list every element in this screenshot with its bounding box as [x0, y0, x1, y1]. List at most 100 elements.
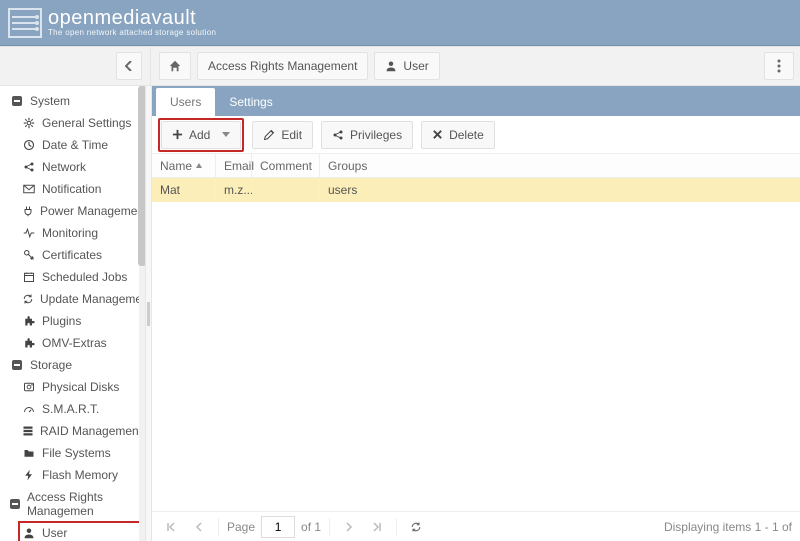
cell-groups: users: [320, 178, 800, 202]
nav-more-button[interactable]: [764, 52, 794, 80]
sidebar-item-monitoring[interactable]: Monitoring: [6, 222, 145, 244]
sidebar-category-arm[interactable]: Access Rights Managemen: [6, 486, 145, 522]
minus-icon: [10, 358, 24, 372]
puzzle-icon: [22, 336, 36, 350]
bolt-icon: [22, 468, 36, 482]
sidebar-item-physical-disks[interactable]: Physical Disks: [6, 376, 145, 398]
pager-prev-button[interactable]: [188, 516, 210, 538]
close-icon: [432, 129, 443, 140]
sort-asc-icon: [196, 163, 202, 168]
sidebar-category-label: Access Rights Managemen: [27, 490, 141, 518]
column-label: Groups: [328, 159, 367, 173]
sidebar-collapse-button[interactable]: [116, 52, 142, 80]
breadcrumb-home[interactable]: [159, 52, 191, 80]
sidebar-item-raid-management[interactable]: RAID Management: [6, 420, 145, 442]
main-panel: Users Settings Add Edit Privileges: [152, 86, 800, 541]
sidebar-item-general-settings[interactable]: General Settings: [6, 112, 145, 134]
sidebar-item-network[interactable]: Network: [6, 156, 145, 178]
minus-icon: [10, 497, 21, 511]
pager-display-text: Displaying items 1 - 1 of: [664, 520, 792, 534]
button-label: Privileges: [350, 128, 402, 142]
toolbar: Add Edit Privileges Delete: [152, 116, 800, 154]
sidebar-item-scheduled-jobs[interactable]: Scheduled Jobs: [6, 266, 145, 288]
first-page-icon: [165, 521, 177, 533]
sidebar-item-plugins[interactable]: Plugins: [6, 310, 145, 332]
table-row[interactable]: Mat m.z... users: [152, 178, 800, 202]
sidebar-item-label: User: [42, 526, 67, 540]
sidebar-item-date-time[interactable]: Date & Time: [6, 134, 145, 156]
kebab-icon: [777, 59, 781, 73]
scrollbar-thumb[interactable]: [138, 86, 146, 266]
sidebar-item-power-management[interactable]: Power Management: [6, 200, 145, 222]
sidebar-item-label: Notification: [42, 182, 101, 196]
pager-last-button[interactable]: [366, 516, 388, 538]
column-header-groups[interactable]: Groups: [320, 154, 800, 177]
dashboard-icon: [22, 402, 36, 416]
sidebar-item-user[interactable]: User: [6, 522, 145, 541]
nav-tree: System General Settings Date & Time Netw…: [0, 86, 145, 541]
column-label: Comment: [260, 159, 312, 173]
sidebar-item-update-management[interactable]: Update Management: [6, 288, 145, 310]
edit-button[interactable]: Edit: [252, 121, 313, 149]
refresh-icon: [22, 292, 34, 306]
sidebar-item-label: Plugins: [42, 314, 81, 328]
person-icon: [385, 60, 397, 72]
sidebar-item-smart[interactable]: S.M.A.R.T.: [6, 398, 145, 420]
button-label: Delete: [449, 128, 484, 142]
privileges-button[interactable]: Privileges: [321, 121, 413, 149]
pager-refresh-button[interactable]: [405, 516, 427, 538]
sidebar-item-label: Power Management: [40, 204, 146, 218]
sidebar-item-notification[interactable]: Notification: [6, 178, 145, 200]
share-icon: [332, 129, 344, 141]
column-label: Email: [224, 159, 254, 173]
sidebar-item-label: Flash Memory: [42, 468, 118, 482]
sidebar-category-system[interactable]: System: [6, 90, 145, 112]
sidebar-category-label: System: [30, 94, 70, 108]
tab-users[interactable]: Users: [156, 88, 215, 116]
sidebar-item-label: Update Management: [40, 292, 146, 306]
button-label: Add: [189, 128, 210, 142]
button-label: Edit: [281, 128, 302, 142]
brand-logo: [8, 8, 42, 38]
delete-button[interactable]: Delete: [421, 121, 495, 149]
sidebar-item-label: Date & Time: [42, 138, 108, 152]
add-button[interactable]: Add: [161, 121, 241, 149]
breadcrumb-item-user[interactable]: User: [374, 52, 439, 80]
cell-name: Mat: [152, 178, 216, 202]
column-header-comment[interactable]: Comment: [252, 154, 320, 177]
tab-label: Settings: [229, 95, 272, 109]
folder-icon: [22, 446, 36, 460]
sidebar-scrollbar[interactable]: [139, 86, 145, 541]
tab-settings[interactable]: Settings: [215, 88, 286, 116]
separator: [329, 518, 330, 536]
tab-label: Users: [170, 95, 201, 109]
last-page-icon: [371, 521, 383, 533]
sidebar-item-file-systems[interactable]: File Systems: [6, 442, 145, 464]
person-icon: [22, 526, 36, 540]
grip-icon: [147, 302, 150, 326]
sidebar-category-storage[interactable]: Storage: [6, 354, 145, 376]
sidebar-item-omv-extras[interactable]: OMV-Extras: [6, 332, 145, 354]
key-icon: [22, 248, 36, 262]
cell-comment: [252, 178, 320, 202]
pulse-icon: [22, 226, 36, 240]
gear-icon: [22, 116, 36, 130]
refresh-icon: [410, 521, 422, 533]
column-label: Name: [160, 159, 192, 173]
pager-first-button[interactable]: [160, 516, 182, 538]
grid-header: Name Email Comment Groups: [152, 154, 800, 178]
plug-icon: [22, 204, 34, 218]
column-header-email[interactable]: Email: [216, 154, 252, 177]
add-button-highlight: Add: [158, 118, 244, 152]
app-header: openmediavault The open network attached…: [0, 0, 800, 46]
sidebar-item-certificates[interactable]: Certificates: [6, 244, 145, 266]
share-icon: [22, 160, 36, 174]
chevron-right-icon: [344, 521, 354, 533]
pager-page-input[interactable]: [261, 516, 295, 538]
home-icon: [168, 59, 182, 73]
sidebar-item-label: File Systems: [42, 446, 111, 460]
breadcrumb-item-arm[interactable]: Access Rights Management: [197, 52, 368, 80]
column-header-name[interactable]: Name: [152, 154, 216, 177]
sidebar-item-flash-memory[interactable]: Flash Memory: [6, 464, 145, 486]
pager-next-button[interactable]: [338, 516, 360, 538]
